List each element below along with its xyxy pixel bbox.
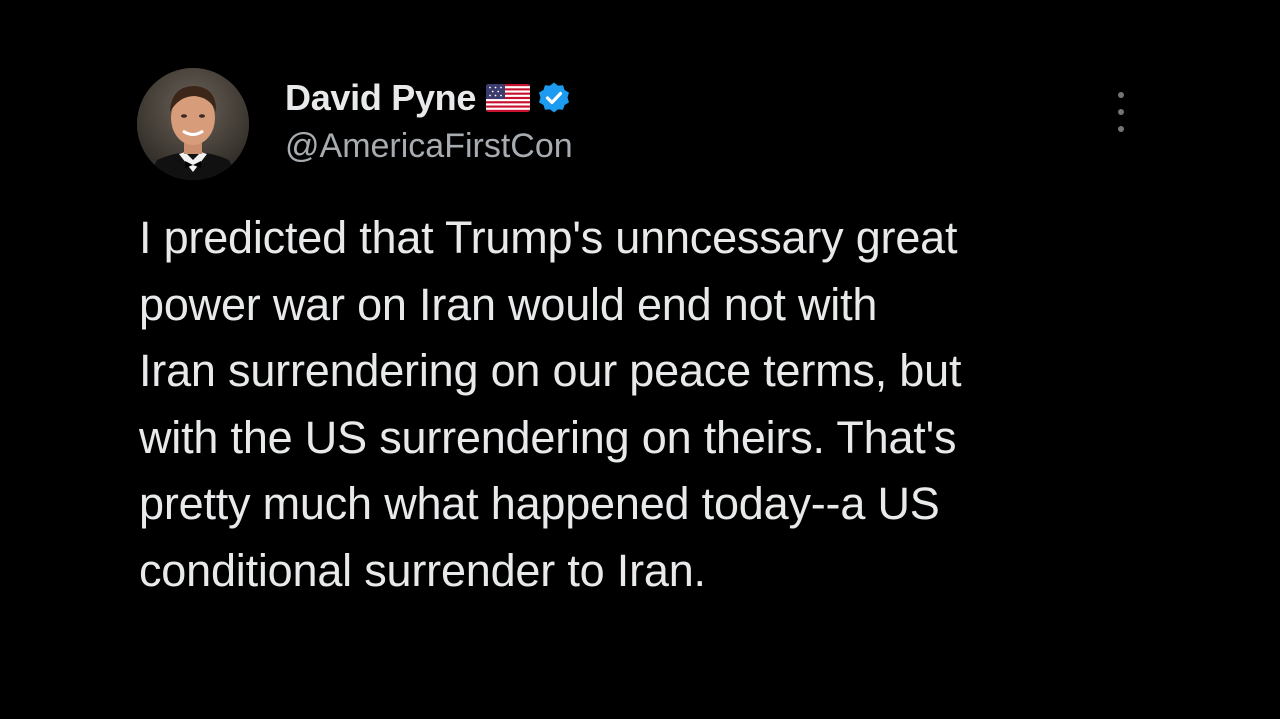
author-avatar[interactable] <box>137 68 249 180</box>
author-handle[interactable]: @AmericaFirstCon <box>285 127 573 166</box>
author-display-name[interactable]: David Pyne <box>285 77 476 119</box>
avatar-image <box>137 68 249 180</box>
author-name-row: David Pyne <box>285 76 571 120</box>
verified-badge-icon <box>537 81 571 115</box>
tweet-card: David Pyne @AmericaFirstCon I predicted … <box>0 0 1280 719</box>
more-dot <box>1118 92 1124 98</box>
more-options-icon[interactable] <box>1108 92 1134 132</box>
more-dot <box>1118 126 1124 132</box>
more-dot <box>1118 109 1124 115</box>
tweet-text: I predicted that Trump's unncessary grea… <box>139 212 962 596</box>
us-flag-icon <box>486 84 531 112</box>
